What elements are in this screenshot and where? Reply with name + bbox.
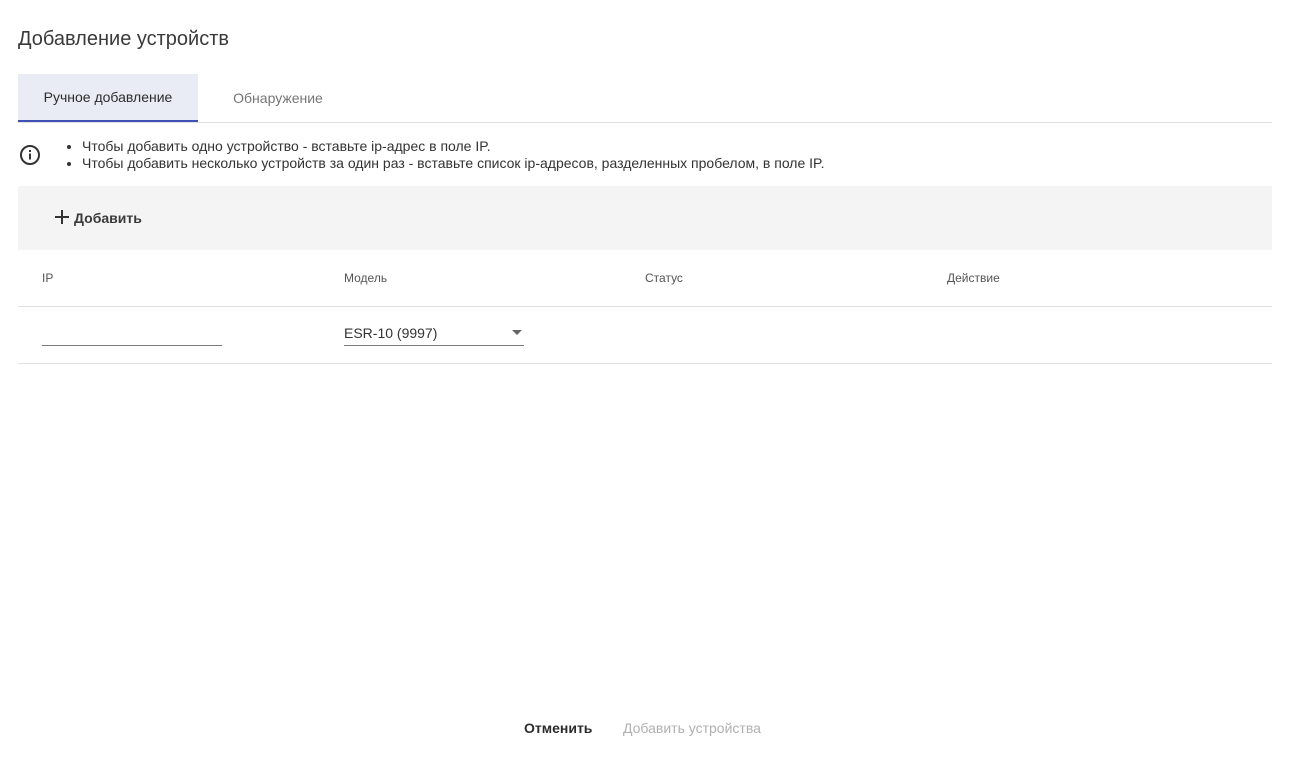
- column-header-model: Модель: [344, 271, 388, 285]
- add-button[interactable]: Добавить: [50, 202, 142, 234]
- add-button-label: Добавить: [74, 210, 142, 226]
- info-hint: Чтобы добавить одно устройство - вставьт…: [18, 138, 1272, 174]
- table-row: ESR-10 (9997): [18, 307, 1272, 364]
- cancel-button[interactable]: Отменить: [524, 716, 592, 740]
- column-header-ip: IP: [42, 271, 54, 285]
- table-toolbar: Добавить: [18, 186, 1272, 250]
- column-header-status: Статус: [645, 271, 683, 285]
- column-header-action: Действие: [947, 271, 1000, 285]
- info-item: Чтобы добавить одно устройство - вставьт…: [82, 138, 824, 155]
- tab-manual-add[interactable]: Ручное добавление: [18, 74, 198, 122]
- info-list: Чтобы добавить одно устройство - вставьт…: [82, 138, 824, 172]
- table-header: IP Модель Статус Действие: [18, 250, 1272, 307]
- model-select[interactable]: ESR-10 (9997): [344, 323, 524, 346]
- info-icon: [18, 143, 42, 167]
- info-item: Чтобы добавить несколько устройств за од…: [82, 155, 824, 172]
- tab-bar: Ручное добавление Обнаружение: [18, 74, 1272, 123]
- add-devices-dialog: Добавление устройств Ручное добавление О…: [0, 0, 1294, 766]
- dropdown-arrow-icon: [512, 330, 522, 335]
- plus-icon: [50, 205, 74, 232]
- tab-label: Обнаружение: [233, 90, 323, 106]
- add-devices-button[interactable]: Добавить устройства: [623, 716, 761, 740]
- ip-input[interactable]: [42, 325, 222, 346]
- tab-discovery[interactable]: Обнаружение: [198, 74, 358, 122]
- tab-label: Ручное добавление: [43, 89, 173, 105]
- model-select-value: ESR-10 (9997): [344, 325, 438, 341]
- dialog-title: Добавление устройств: [18, 28, 230, 50]
